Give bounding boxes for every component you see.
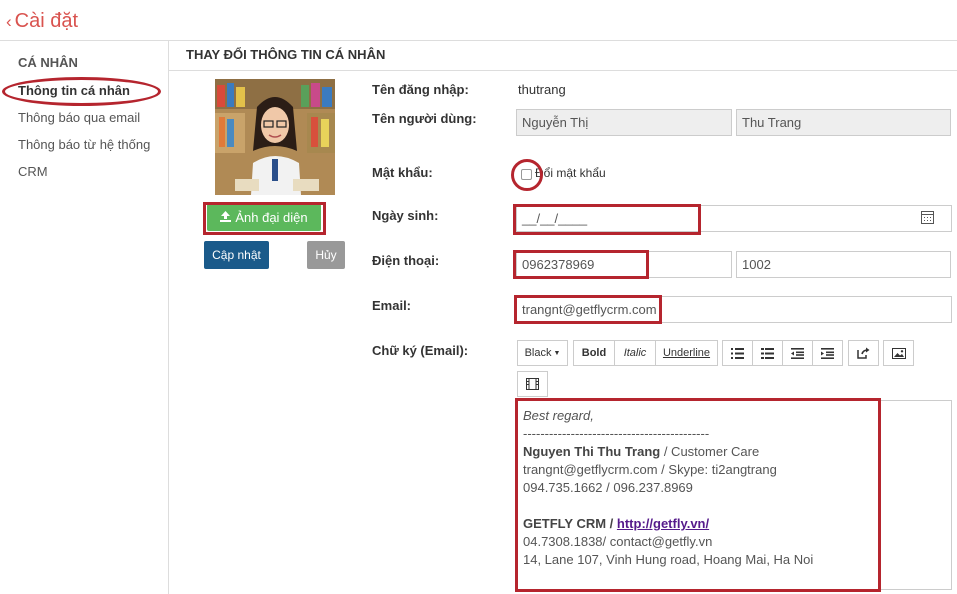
signature-divider: ----------------------------------------… (523, 426, 710, 441)
sidebar-item-email-notifications[interactable]: Thông báo qua email (18, 110, 140, 125)
signature-address: 14, Lane 107, Vinh Hung road, Hoang Mai,… (523, 552, 814, 567)
upload-icon (220, 210, 232, 225)
insert-image-icon[interactable] (883, 340, 914, 366)
signature-phones: 094.735.1662 / 096.237.8969 (523, 480, 693, 495)
signature-name-line: Nguyen Thi Thu Trang / Customer Care (523, 443, 945, 461)
back-chevron-icon: ‹ (6, 12, 12, 31)
phone-label: Điện thoại: (372, 253, 440, 268)
signature-editor[interactable]: Best regard, ---------------------------… (516, 400, 952, 590)
signature-spacer (523, 497, 945, 515)
last-name-field[interactable]: Thu Trang (736, 109, 951, 136)
calendar-icon[interactable] (921, 211, 934, 224)
email-field[interactable]: trangnt@getflycrm.com (516, 296, 952, 323)
username-value: thutrang (518, 82, 566, 97)
sidebar-item-crm[interactable]: CRM (18, 164, 48, 179)
signature-company-phone: 04.7308.1838/ contact@getfly.vn (523, 534, 713, 549)
username-label: Tên đăng nhập: (372, 82, 469, 97)
first-name-field[interactable]: Nguyễn Thị (516, 109, 732, 136)
password-label: Mật khẩu: (372, 165, 433, 180)
save-button[interactable]: Cập nhật (204, 241, 269, 269)
font-color-label: Black (524, 347, 552, 359)
signature-name: Nguyen Thi Thu Trang (523, 444, 661, 459)
sidebar-item-personal-info[interactable]: Thông tin cá nhân (18, 83, 130, 98)
birthday-field[interactable]: __/__/____ (516, 205, 952, 232)
font-color-dropdown[interactable]: Black ▼ (517, 340, 568, 366)
sidebar-item-system-notifications[interactable]: Thông báo từ hệ thống (18, 137, 150, 152)
insert-link-icon[interactable] (848, 340, 879, 366)
underline-button[interactable]: Underline (655, 340, 718, 366)
change-password-label: Đổi mật khẩu (535, 166, 606, 180)
cancel-button[interactable]: Hủy (307, 241, 345, 269)
phone-field[interactable]: 0962378969 (516, 251, 732, 278)
sidebar-heading: CÁ NHÂN (18, 55, 78, 70)
signature-company-line: GETFLY CRM / http://getfly.vn/ (523, 515, 945, 533)
ordered-list-icon[interactable] (752, 340, 783, 366)
outdent-icon[interactable] (782, 340, 813, 366)
bold-button[interactable]: Bold (573, 340, 615, 366)
fullname-label: Tên người dùng: (372, 111, 477, 126)
change-password-checkbox[interactable] (521, 169, 532, 180)
section-divider (169, 70, 957, 71)
upload-avatar-label: Ảnh đại diện (235, 210, 308, 225)
top-bar: ‹ Cài đặt (0, 0, 957, 41)
birthday-label: Ngày sinh: (372, 208, 439, 223)
italic-button[interactable]: Italic (614, 340, 656, 366)
insert-video-icon[interactable] (517, 371, 548, 397)
phone-extension-field[interactable]: 1002 (736, 251, 951, 278)
page-title: Cài đặt (14, 10, 79, 32)
sidebar: CÁ NHÂN Thông tin cá nhân Thông báo qua … (0, 41, 169, 594)
email-label: Email: (372, 298, 412, 313)
indent-icon[interactable] (812, 340, 843, 366)
avatar (215, 79, 335, 195)
upload-avatar-button[interactable]: Ảnh đại diện (207, 204, 321, 231)
signature-company: GETFLY CRM / (523, 516, 617, 531)
signature-label: Chữ ký (Email): (372, 343, 469, 358)
back-link[interactable]: ‹ Cài đặt (6, 9, 78, 34)
caret-down-icon: ▼ (553, 349, 561, 357)
section-title: THAY ĐỔI THÔNG TIN CÁ NHÂN (186, 47, 386, 62)
signature-greeting: Best regard, (523, 408, 594, 423)
user-photo-icon (215, 79, 335, 195)
signature-role: / Customer Care (660, 444, 760, 459)
signature-contact: trangnt@getflycrm.com / Skype: ti2angtra… (523, 462, 777, 477)
signature-website-link[interactable]: http://getfly.vn/ (617, 516, 709, 531)
unordered-list-icon[interactable] (722, 340, 753, 366)
